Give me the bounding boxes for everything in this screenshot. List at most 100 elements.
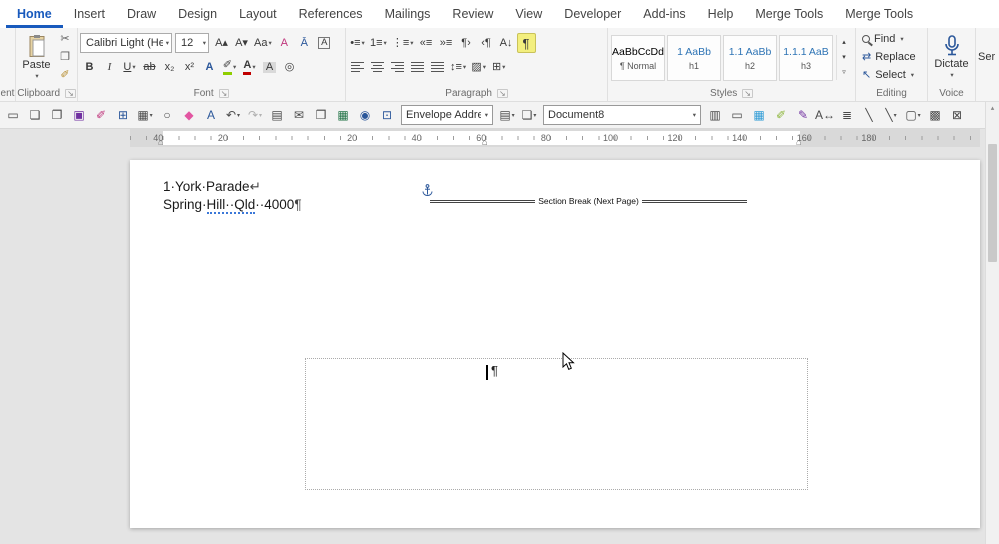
dictate-button[interactable]: Dictate ▾ [930, 28, 973, 86]
text-box-icon[interactable]: ▢ ▾ [902, 105, 924, 126]
find-button[interactable]: Find ▾ [862, 31, 925, 47]
phonetic-guide-button[interactable]: Ā [295, 33, 314, 53]
font-color-button[interactable]: A ▾ [240, 57, 259, 77]
distribute-button[interactable] [428, 57, 447, 77]
character-border-button[interactable]: A [315, 33, 334, 53]
cancel-icon[interactable]: ⊠ [946, 105, 968, 126]
tab-add-ins[interactable]: Add-ins [632, 0, 696, 28]
italic-button[interactable]: I [100, 57, 119, 77]
zoom-icon[interactable]: ○ [156, 105, 178, 126]
text-effects-button[interactable]: A [200, 57, 219, 77]
save-icon[interactable]: ▣ [68, 105, 90, 126]
hanging-indent-marker[interactable]: ⌂ [482, 138, 487, 147]
horizontal-ruler[interactable]: 40 20 20 40 60 80 100 120 140 160 180 ⌂ ⌂ ⌂ [130, 129, 980, 147]
tab-design[interactable]: Design [167, 0, 228, 28]
org-chart-icon[interactable]: ⊞ [112, 105, 134, 126]
scrollbar-thumb[interactable] [988, 144, 997, 262]
style-normal[interactable]: AaBbCcDd ¶ Normal [611, 35, 665, 81]
format-brush-icon[interactable]: ✐ [90, 105, 112, 126]
select-button[interactable]: ↖ Select ▾ [862, 67, 925, 83]
decrease-indent-button[interactable]: «≡ [417, 33, 436, 53]
envelope-feed-icon[interactable]: ▤ ▾ [496, 105, 518, 126]
list-icon[interactable]: ≣ [836, 105, 858, 126]
tab-insert[interactable]: Insert [63, 0, 116, 28]
fit-text-icon[interactable]: A↔ [814, 105, 836, 126]
record-icon[interactable]: ◉ [354, 105, 376, 126]
strikethrough-button[interactable]: ab [140, 57, 159, 77]
justify-button[interactable] [408, 57, 427, 77]
insert-page-icon[interactable]: ❏ ▾ [518, 105, 540, 126]
field-shading-icon[interactable]: ⊡ [376, 105, 398, 126]
change-case-button[interactable]: Aa ▾ [252, 33, 274, 53]
multilevel-list-button[interactable]: ⋮≡ ▾ [390, 33, 416, 53]
tab-references[interactable]: References [288, 0, 374, 28]
tab-draw[interactable]: Draw [116, 0, 167, 28]
vertical-scrollbar[interactable]: ▴ [985, 102, 999, 544]
tab-help[interactable]: Help [697, 0, 745, 28]
subscript-button[interactable]: x₂ [160, 57, 179, 77]
underline-button[interactable]: U ▾ [120, 57, 139, 77]
envelope-address-frame[interactable]: ¶ [305, 358, 808, 490]
pen-icon[interactable]: ✎ [792, 105, 814, 126]
right-indent-marker[interactable]: ⌂ [796, 138, 801, 147]
paste-button[interactable]: Paste ▾ [18, 28, 55, 86]
text-frame-icon[interactable]: ▭ [2, 105, 24, 126]
redo-icon[interactable]: ↷ ▾ [244, 105, 266, 126]
styles-up-button[interactable]: ▴ [837, 35, 851, 50]
scroll-up-arrow-icon[interactable]: ▴ [986, 102, 999, 116]
styles-gallery-button[interactable]: ▿ [837, 65, 851, 80]
tab-merge-tools-1[interactable]: Merge Tools [744, 0, 834, 28]
bold-button[interactable]: B [80, 57, 99, 77]
copy-button[interactable]: ❐ [55, 49, 75, 66]
table-green-icon[interactable]: ▦ [332, 105, 354, 126]
eraser-icon[interactable]: ◆ [178, 105, 200, 126]
format-painter-button[interactable]: ✐ [55, 67, 75, 84]
tab-view[interactable]: View [504, 0, 553, 28]
shrink-font-button[interactable]: A▾ [232, 33, 251, 53]
align-center-button[interactable] [368, 57, 387, 77]
line-icon[interactable]: ╲ [858, 105, 880, 126]
numbering-button[interactable]: 1≡ ▾ [368, 33, 389, 53]
bullets-button[interactable]: •≡ ▾ [348, 33, 367, 53]
dialog-launcher-icon[interactable]: ↘ [218, 89, 230, 98]
line-spacing-button[interactable]: ↕≡ ▾ [448, 57, 468, 77]
pages-icon[interactable]: ❒ [310, 105, 332, 126]
envelope-icon[interactable]: ✉ [288, 105, 310, 126]
align-left-button[interactable] [348, 57, 367, 77]
document-page[interactable]: 1·York·Parade↵ Spring·Hill··Qld··4000¶ S… [130, 160, 980, 528]
draw-line-icon[interactable]: ╲ ▾ [880, 105, 902, 126]
font-size-combo[interactable]: 12 ▾ [175, 33, 209, 53]
right-to-left-button[interactable]: ‹¶ [477, 33, 496, 53]
undo-icon[interactable]: ↶ ▾ [222, 105, 244, 126]
character-shading-button[interactable]: A [260, 57, 279, 77]
align-right-button[interactable] [388, 57, 407, 77]
tab-developer[interactable]: Developer [553, 0, 632, 28]
grid-icon[interactable]: ▦ [748, 105, 770, 126]
left-indent-marker[interactable]: ⌂ [158, 138, 163, 147]
sort-button[interactable]: A↓ [497, 33, 516, 53]
grow-font-button[interactable]: A▴ [212, 33, 231, 53]
highlight-color-button[interactable]: ✐ ▾ [220, 57, 239, 77]
clear-formatting-button[interactable]: A [275, 33, 294, 53]
highlighter-icon[interactable]: ✐ [770, 105, 792, 126]
new-document-icon[interactable]: ❏ [24, 105, 46, 126]
font-effects-icon[interactable]: A [200, 105, 222, 126]
tab-merge-tools-2[interactable]: Merge Tools [834, 0, 924, 28]
sensitivity-button[interactable]: Ser [978, 51, 995, 63]
dialog-launcher-icon[interactable]: ↘ [65, 89, 76, 98]
cut-button[interactable]: ✂ [55, 31, 75, 48]
tab-review[interactable]: Review [441, 0, 504, 28]
barcode-icon[interactable]: ▩ [924, 105, 946, 126]
replace-button[interactable]: ⇄ Replace [862, 49, 925, 65]
insert-table-icon[interactable]: ▦ ▾ [134, 105, 156, 126]
borders-button[interactable]: ⊞ ▾ [489, 57, 508, 77]
increase-indent-button[interactable]: »≡ [437, 33, 456, 53]
envelope-style-combo[interactable]: Envelope Addres ▾ [401, 105, 493, 125]
tab-layout[interactable]: Layout [228, 0, 288, 28]
left-to-right-button[interactable]: ¶› [457, 33, 476, 53]
tab-mailings[interactable]: Mailings [374, 0, 442, 28]
page-width-icon[interactable]: ▭ [726, 105, 748, 126]
dialog-launcher-icon[interactable]: ↘ [497, 89, 508, 98]
show-formatting-marks-button[interactable]: ¶ [516, 33, 536, 53]
styles-down-button[interactable]: ▾ [837, 50, 851, 65]
